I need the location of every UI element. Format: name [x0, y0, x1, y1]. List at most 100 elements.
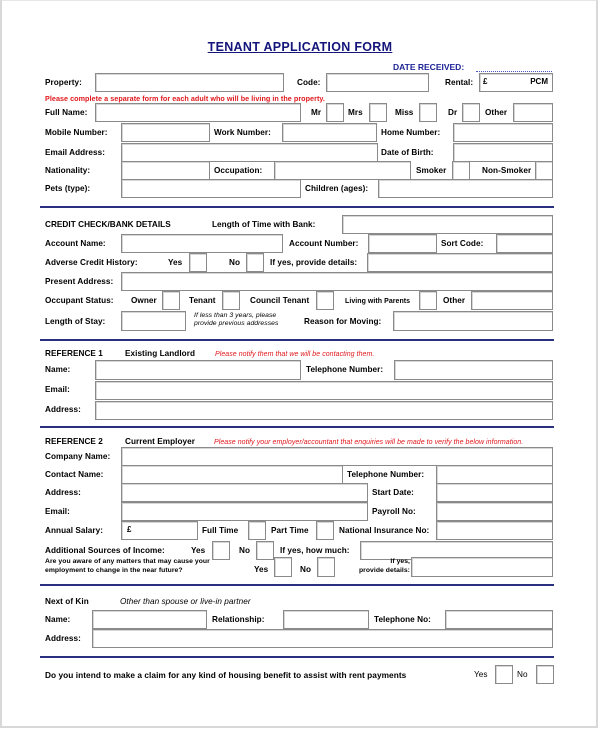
ref1-telephone-label: Telephone Number: — [306, 365, 384, 374]
date-received-field[interactable] — [476, 71, 552, 72]
reference1-subheading: Existing Landlord — [125, 349, 195, 358]
ref1-address-input[interactable] — [95, 401, 553, 420]
income-no-checkbox[interactable] — [256, 541, 274, 560]
ref1-telephone-input[interactable] — [394, 360, 553, 380]
sort-code-input[interactable] — [496, 234, 553, 253]
part-time-checkbox[interactable] — [316, 521, 334, 540]
ni-input[interactable] — [436, 521, 553, 540]
sort-code-label: Sort Code: — [441, 239, 484, 248]
ref1-address-label: Address: — [45, 405, 81, 414]
kin-address-label: Address: — [45, 634, 81, 643]
smoker-checkbox[interactable] — [452, 161, 470, 180]
status-living-parents-checkbox[interactable] — [419, 291, 437, 310]
ref2-address-input[interactable] — [121, 483, 368, 502]
annual-salary-input[interactable]: £ — [121, 521, 198, 540]
occupation-input[interactable] — [274, 161, 411, 180]
account-name-input[interactable] — [121, 234, 283, 253]
stay-note-line2: provide previous addresses — [194, 320, 279, 327]
reason-moving-input[interactable] — [393, 311, 553, 331]
work-input[interactable] — [282, 123, 377, 142]
title-dr-checkbox[interactable] — [462, 103, 480, 122]
full-name-input[interactable] — [95, 103, 301, 122]
rental-currency: £ — [483, 77, 488, 86]
length-stay-input[interactable] — [121, 311, 186, 331]
code-label: Code: — [297, 78, 321, 87]
status-other-label: Other — [443, 296, 466, 305]
rental-input[interactable]: £ PCM — [479, 73, 553, 92]
email-label: Email Address: — [45, 148, 106, 157]
account-number-input[interactable] — [368, 234, 437, 253]
pets-input[interactable] — [121, 179, 301, 198]
non-smoker-checkbox[interactable] — [535, 161, 553, 180]
adverse-no-checkbox[interactable] — [246, 253, 264, 272]
change-yes-checkbox[interactable] — [274, 557, 292, 577]
full-time-checkbox[interactable] — [248, 521, 266, 540]
kin-name-input[interactable] — [92, 610, 207, 629]
start-date-label: Start Date: — [372, 488, 414, 497]
kin-address-input[interactable] — [92, 629, 553, 648]
contact-name-input[interactable] — [121, 465, 343, 484]
change-details-label: If yes, provide details: — [348, 558, 410, 575]
full-time-label: Full Time — [202, 526, 239, 535]
kin-telephone-input[interactable] — [445, 610, 553, 629]
ref2-telephone-input[interactable] — [436, 465, 553, 484]
dob-input[interactable] — [453, 143, 553, 162]
property-input[interactable] — [95, 73, 284, 92]
nationality-input[interactable] — [121, 161, 210, 180]
status-other-input[interactable] — [471, 291, 553, 310]
full-name-label: Full Name: — [45, 108, 88, 117]
company-name-label: Company Name: — [45, 452, 111, 461]
change-details-input[interactable] — [411, 557, 553, 577]
company-name-input[interactable] — [121, 447, 553, 466]
housing-yes-checkbox[interactable] — [495, 665, 513, 684]
adverse-details-label: If yes, provide details: — [270, 258, 358, 267]
contact-name-label: Contact Name: — [45, 470, 104, 479]
rental-label: Rental: — [445, 78, 474, 87]
ref1-name-input[interactable] — [95, 360, 301, 380]
form-title: TENANT APPLICATION FORM — [207, 40, 393, 54]
income-no-label: No — [239, 546, 251, 555]
code-input[interactable] — [326, 73, 429, 92]
housing-no-checkbox[interactable] — [536, 665, 554, 684]
title-dr-label: Dr — [448, 108, 458, 117]
status-owner-checkbox[interactable] — [162, 291, 180, 310]
stay-note-line1: If less than 3 years, please — [194, 312, 277, 319]
title-other-input[interactable] — [513, 103, 553, 122]
children-input[interactable] — [378, 179, 553, 198]
adverse-credit-label: Adverse Credit History: — [45, 258, 138, 267]
ref2-email-input[interactable] — [121, 502, 368, 521]
email-input[interactable] — [121, 143, 378, 162]
change-no-checkbox[interactable] — [317, 557, 335, 577]
present-address-input[interactable] — [121, 272, 553, 291]
income-yes-checkbox[interactable] — [212, 541, 230, 560]
change-details-line1: If yes, — [390, 558, 410, 565]
start-date-input[interactable] — [436, 483, 553, 502]
adverse-yes-checkbox[interactable] — [189, 253, 207, 272]
title-miss-checkbox[interactable] — [419, 103, 437, 122]
ref2-telephone-label: Telephone Number: — [347, 470, 425, 479]
housing-benefit-question: Do you intend to make a claim for any ki… — [45, 670, 407, 680]
non-smoker-label: Non-Smoker — [482, 166, 532, 175]
status-tenant-checkbox[interactable] — [222, 291, 240, 310]
payroll-input[interactable] — [436, 502, 553, 521]
dob-label: Date of Birth: — [381, 148, 434, 157]
ref1-email-input[interactable] — [95, 381, 553, 400]
annual-salary-label: Annual Salary: — [45, 526, 104, 535]
mobile-input[interactable] — [121, 123, 210, 142]
title-mrs-checkbox[interactable] — [369, 103, 387, 122]
salary-currency: £ — [127, 525, 132, 534]
status-council-tenant-checkbox[interactable] — [316, 291, 334, 310]
kin-name-label: Name: — [45, 615, 71, 624]
status-council-tenant-label: Council Tenant — [250, 296, 310, 305]
property-label: Property: — [45, 78, 82, 87]
employment-change-line2: employment to change in the near future? — [45, 566, 183, 574]
length-bank-input[interactable] — [342, 215, 553, 234]
ref2-email-label: Email: — [45, 507, 70, 516]
home-label: Home Number: — [381, 128, 441, 137]
title-mr-checkbox[interactable] — [326, 103, 344, 122]
home-input[interactable] — [453, 123, 553, 142]
payroll-label: Payroll No: — [372, 507, 416, 516]
relationship-input[interactable] — [283, 610, 369, 629]
adverse-details-input[interactable] — [367, 253, 553, 272]
reference1-notice: Please notify them that we will be conta… — [215, 351, 375, 358]
